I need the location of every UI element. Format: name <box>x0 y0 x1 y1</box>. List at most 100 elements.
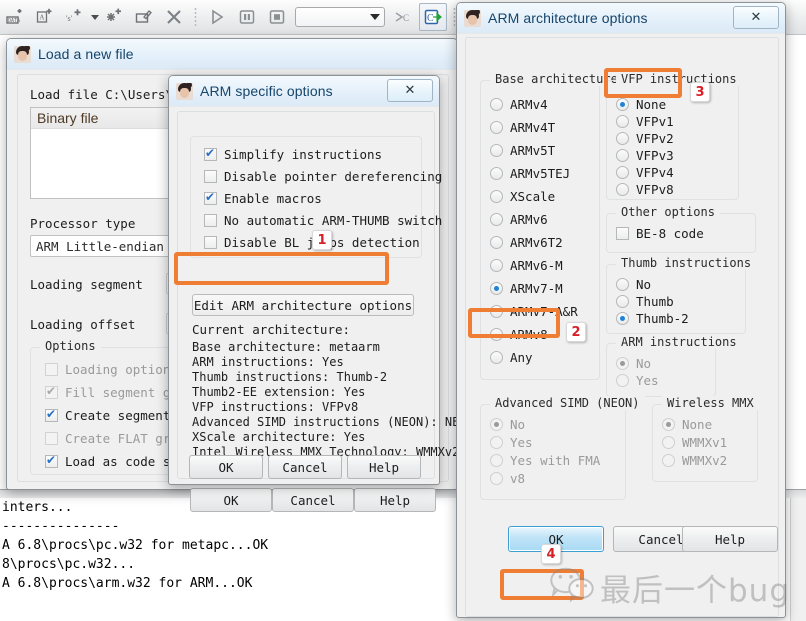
radio-simd-yes-with-fma[interactable]: Yes with FMA <box>490 453 600 468</box>
radio-vfpv2[interactable]: VFPv2 <box>616 131 674 146</box>
radio-button <box>490 305 503 318</box>
radio-label: VFPv2 <box>636 131 674 146</box>
radio-button <box>490 351 503 364</box>
radio-thumb[interactable]: Thumb <box>616 294 674 309</box>
arm-specific-cancel-button[interactable]: Cancel <box>268 455 342 479</box>
ida-app-icon <box>14 45 31 63</box>
add-struct-icon[interactable]: 's' <box>61 3 89 31</box>
toolbar-separator <box>192 6 199 28</box>
radio-armv6-m[interactable]: ARMv6-M <box>490 258 563 273</box>
radio-wmmx-none[interactable]: None <box>662 417 712 432</box>
checkbox-be8-code[interactable]: BE-8 code <box>616 226 704 241</box>
edit-icon[interactable] <box>130 3 158 31</box>
checkbox-disable-pointer-dereferencing[interactable]: Disable pointer dereferencing <box>204 169 442 184</box>
delete-icon[interactable] <box>160 3 188 31</box>
radio-arm-instr-no[interactable]: No <box>616 356 651 371</box>
arm-specific-title: ARM specific options <box>200 83 333 99</box>
arm-arch-titlebar[interactable]: ARM architecture options ✕ <box>457 3 785 34</box>
radio-button <box>490 454 503 467</box>
radio-arm-instr-yes[interactable]: Yes <box>616 373 659 388</box>
checkbox-box <box>616 227 629 240</box>
radio-any[interactable]: Any <box>490 350 533 365</box>
radio-armv5tej[interactable]: ARMv5TEJ <box>490 166 570 181</box>
wireless-mmx-legend: Wireless MMX <box>662 396 759 410</box>
radio-label: WMMXv1 <box>682 435 728 450</box>
toolbar-group-edit: DATA A 's' <box>0 0 189 34</box>
load-file-cancel-button[interactable]: Cancel <box>272 488 354 512</box>
load-file-help-button[interactable]: Help <box>354 488 436 512</box>
radio-simd-yes[interactable]: Yes <box>490 435 533 450</box>
checkbox-box <box>45 432 58 445</box>
close-icon[interactable]: ✕ <box>733 6 779 29</box>
add-ascii-icon[interactable]: A <box>31 3 59 31</box>
radio-vfp-none[interactable]: None <box>616 97 666 112</box>
radio-label: VFPv3 <box>636 148 674 163</box>
checkbox-simplify-instructions[interactable]: Simplify instructions <box>204 146 382 162</box>
radio-label: Yes <box>510 435 533 450</box>
radio-wmmxv2[interactable]: WMMXv2 <box>662 453 727 468</box>
radio-label: ARMv7-A&R <box>510 304 578 319</box>
radio-label: None <box>682 417 713 432</box>
radio-armv4t[interactable]: ARMv4T <box>490 120 555 135</box>
decompile-to-c-icon[interactable]: C <box>419 3 447 31</box>
toolbar-group-debug: C C <box>202 0 448 34</box>
arm-specific-help-button[interactable]: Help <box>347 455 421 479</box>
radio-vfpv8[interactable]: VFPv8 <box>616 182 674 197</box>
radio-vfpv4[interactable]: VFPv4 <box>616 165 674 180</box>
radio-simd-v8[interactable]: v8 <box>490 471 525 486</box>
arm-specific-ok-button[interactable]: OK <box>189 455 263 479</box>
output-scrollbar[interactable] <box>790 498 806 621</box>
run-icon[interactable] <box>203 3 231 31</box>
advanced-simd-groupbox: Advanced SIMD (NEON) No Yes Yes with FMA <box>480 396 645 500</box>
processor-type-label: Processor type <box>30 216 136 231</box>
radio-button <box>490 98 503 111</box>
radio-label: None <box>636 97 667 112</box>
radio-armv6t2[interactable]: ARMv6T2 <box>490 235 563 250</box>
add-data-icon[interactable]: DATA <box>1 3 29 31</box>
checkbox-no-automatic-arm-thumb-switch[interactable]: No automatic ARM-THUMB switch <box>204 213 442 228</box>
stop-icon[interactable] <box>263 3 291 31</box>
radio-armv8[interactable]: ARMv8 <box>490 327 548 342</box>
other-options-legend: Other options <box>616 205 720 219</box>
radio-armv4[interactable]: ARMv4 <box>490 97 548 112</box>
edit-arm-architecture-options-button[interactable]: Edit ARM architecture options <box>192 294 414 316</box>
arch-line: Advanced SIMD instructions (NEON): NEONv… <box>192 415 489 429</box>
decompile-c-icon[interactable]: C <box>389 3 417 31</box>
checkbox-enable-macros[interactable]: Enable macros <box>204 190 322 206</box>
arch-line: XScale architecture: Yes <box>192 430 366 444</box>
close-icon[interactable]: ✕ <box>387 79 433 102</box>
base-architecture-legend: Base architecture <box>490 72 623 86</box>
radio-button <box>616 166 629 179</box>
load-file-ok-button[interactable]: OK <box>190 488 272 512</box>
radio-label: Thumb <box>636 294 674 309</box>
radio-label: Thumb-2 <box>636 311 689 326</box>
radio-thumb-2[interactable]: Thumb-2 <box>616 311 689 326</box>
debugger-select[interactable] <box>295 7 385 27</box>
chevron-down-icon[interactable] <box>91 14 99 20</box>
radio-button <box>616 357 629 370</box>
checkbox-label: BE-8 code <box>636 226 704 241</box>
radio-button <box>490 167 503 180</box>
radio-armv7-a-and-r[interactable]: ARMv7-A&R <box>490 304 578 319</box>
add-breakpoint-icon[interactable] <box>100 3 128 31</box>
arm-specific-titlebar[interactable]: ARM specific options ✕ <box>169 76 439 107</box>
radio-wmmxv1[interactable]: WMMXv1 <box>662 435 727 450</box>
radio-armv5t[interactable]: ARMv5T <box>490 143 555 158</box>
radio-button <box>490 418 503 431</box>
load-file-titlebar[interactable]: Load a new file <box>7 39 457 70</box>
radio-vfpv1[interactable]: VFPv1 <box>616 114 674 129</box>
radio-label: VFPv4 <box>636 165 674 180</box>
radio-thumb-no[interactable]: No <box>616 277 651 292</box>
radio-button <box>616 149 629 162</box>
radio-xscale[interactable]: XScale <box>490 189 555 204</box>
radio-armv6[interactable]: ARMv6 <box>490 212 548 227</box>
svg-text:'s': 's' <box>66 14 73 23</box>
checkbox-loading-options[interactable]: Loading options <box>45 362 178 377</box>
checkbox-create-segments[interactable]: Create segments <box>45 407 178 423</box>
radio-vfpv3[interactable]: VFPv3 <box>616 148 674 163</box>
radio-button <box>616 312 629 325</box>
radio-armv7-m[interactable]: ARMv7-M <box>490 281 563 296</box>
arm-arch-help-button[interactable]: Help <box>682 526 778 552</box>
radio-simd-no[interactable]: No <box>490 417 525 432</box>
pause-icon[interactable] <box>233 3 261 31</box>
